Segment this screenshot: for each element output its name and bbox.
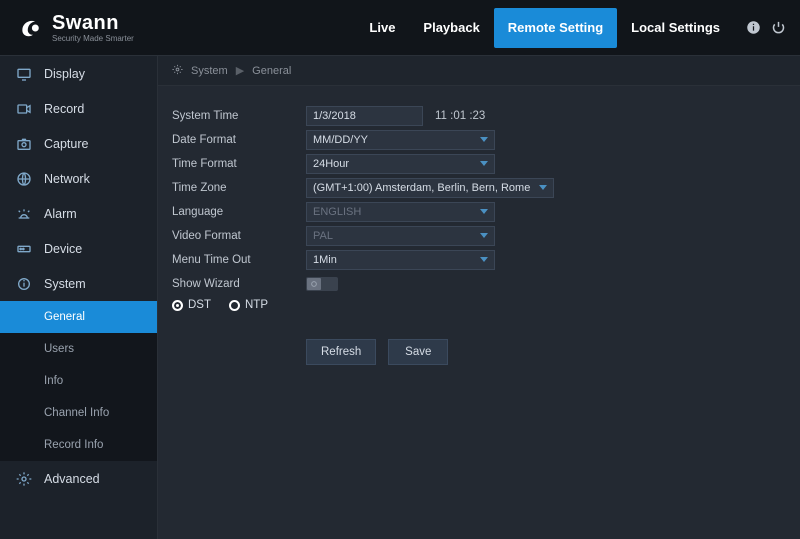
- select-value: ENGLISH: [313, 206, 361, 218]
- sidebar-sub-channel-info[interactable]: Channel Info: [0, 397, 157, 429]
- radio-dst[interactable]: DST: [172, 299, 211, 311]
- save-button[interactable]: Save: [388, 339, 448, 365]
- sidebar-label: Record: [44, 102, 84, 116]
- label-language: Language: [172, 206, 306, 218]
- sidebar-label: System: [44, 277, 86, 291]
- breadcrumb-root[interactable]: System: [191, 65, 228, 77]
- label-system-time: System Time: [172, 110, 306, 122]
- label-time-format: Time Format: [172, 158, 306, 170]
- settings-panel: System Time 11 :01 :23 Date Format MM/DD…: [158, 86, 800, 383]
- select-value: MM/DD/YY: [313, 134, 368, 146]
- toggle-knob: [307, 278, 321, 290]
- refresh-button[interactable]: Refresh: [306, 339, 376, 365]
- logo: Swann Security Made Smarter: [18, 13, 134, 43]
- sidebar-sub-users[interactable]: Users: [0, 333, 157, 365]
- language-select[interactable]: ENGLISH: [306, 202, 495, 222]
- nav-local-settings[interactable]: Local Settings: [617, 8, 734, 48]
- chevron-down-icon: [480, 257, 488, 262]
- system-date-input[interactable]: [306, 106, 423, 126]
- select-value: (GMT+1:00) Amsterdam, Berlin, Bern, Rome: [313, 182, 530, 194]
- sidebar-label: Device: [44, 242, 82, 256]
- radio-dot-icon: [229, 300, 240, 311]
- chevron-down-icon: [480, 137, 488, 142]
- select-value: 24Hour: [313, 158, 349, 170]
- label-menu-time-out: Menu Time Out: [172, 254, 306, 266]
- content: System ▶ General System Time 11 :01 :23 …: [158, 56, 800, 539]
- sidebar-sub-general[interactable]: General: [0, 301, 157, 333]
- radio-ntp[interactable]: NTP: [229, 299, 268, 311]
- display-icon: [16, 66, 32, 82]
- radio-label: DST: [188, 299, 211, 311]
- sidebar-item-display[interactable]: Display: [0, 56, 157, 91]
- system-icon: [16, 276, 32, 292]
- circle-icon: [310, 280, 318, 288]
- date-format-select[interactable]: MM/DD/YY: [306, 130, 495, 150]
- time-format-select[interactable]: 24Hour: [306, 154, 495, 174]
- chevron-right-icon: ▶: [236, 64, 244, 77]
- sidebar-item-advanced[interactable]: Advanced: [0, 461, 157, 496]
- radio-label: NTP: [245, 299, 268, 311]
- chevron-down-icon: [480, 161, 488, 166]
- sidebar-label: Capture: [44, 137, 88, 151]
- sidebar-item-record[interactable]: Record: [0, 91, 157, 126]
- select-value: 1Min: [313, 254, 337, 266]
- power-icon[interactable]: [771, 20, 786, 35]
- breadcrumb-leaf: General: [252, 65, 291, 77]
- network-icon: [16, 171, 32, 187]
- time-zone-select[interactable]: (GMT+1:00) Amsterdam, Berlin, Bern, Rome: [306, 178, 554, 198]
- device-icon: [16, 241, 32, 257]
- breadcrumb-icon: [172, 64, 183, 78]
- select-value: PAL: [313, 230, 333, 242]
- nav-live[interactable]: Live: [355, 8, 409, 48]
- chevron-down-icon: [480, 233, 488, 238]
- sidebar-label: Display: [44, 67, 85, 81]
- info-icon[interactable]: [746, 20, 761, 35]
- sidebar-item-capture[interactable]: Capture: [0, 126, 157, 161]
- sidebar-item-system[interactable]: System: [0, 266, 157, 301]
- header: Swann Security Made Smarter Live Playbac…: [0, 0, 800, 56]
- swann-logo-icon: [18, 15, 44, 41]
- sidebar-label: Network: [44, 172, 90, 186]
- capture-icon: [16, 136, 32, 152]
- breadcrumb: System ▶ General: [158, 56, 800, 86]
- label-video-format: Video Format: [172, 230, 306, 242]
- nav-remote-setting[interactable]: Remote Setting: [494, 8, 617, 48]
- chevron-down-icon: [539, 185, 547, 190]
- label-date-format: Date Format: [172, 134, 306, 146]
- sidebar-sub-info[interactable]: Info: [0, 365, 157, 397]
- radio-dot-icon: [172, 300, 183, 311]
- show-wizard-toggle[interactable]: [306, 277, 338, 291]
- brand-tagline: Security Made Smarter: [52, 35, 134, 43]
- tab-radios: DST NTP: [172, 299, 786, 311]
- sidebar-sub-record-info[interactable]: Record Info: [0, 429, 157, 461]
- sidebar-label: Advanced: [44, 472, 100, 486]
- gear-icon: [16, 471, 32, 487]
- system-clock: 11 :01 :23: [435, 110, 485, 122]
- video-format-select[interactable]: PAL: [306, 226, 495, 246]
- nav-playback[interactable]: Playback: [409, 8, 493, 48]
- menu-timeout-select[interactable]: 1Min: [306, 250, 495, 270]
- chevron-down-icon: [480, 209, 488, 214]
- sidebar-item-network[interactable]: Network: [0, 161, 157, 196]
- alarm-icon: [16, 206, 32, 222]
- label-time-zone: Time Zone: [172, 182, 306, 194]
- sidebar-item-device[interactable]: Device: [0, 231, 157, 266]
- label-show-wizard: Show Wizard: [172, 278, 306, 290]
- sidebar: Display Record Capture Network Alarm Dev…: [0, 56, 158, 539]
- sidebar-label: Alarm: [44, 207, 77, 221]
- top-nav: Live Playback Remote Setting Local Setti…: [355, 0, 786, 55]
- record-icon: [16, 101, 32, 117]
- sidebar-item-alarm[interactable]: Alarm: [0, 196, 157, 231]
- brand-name: Swann: [52, 13, 134, 33]
